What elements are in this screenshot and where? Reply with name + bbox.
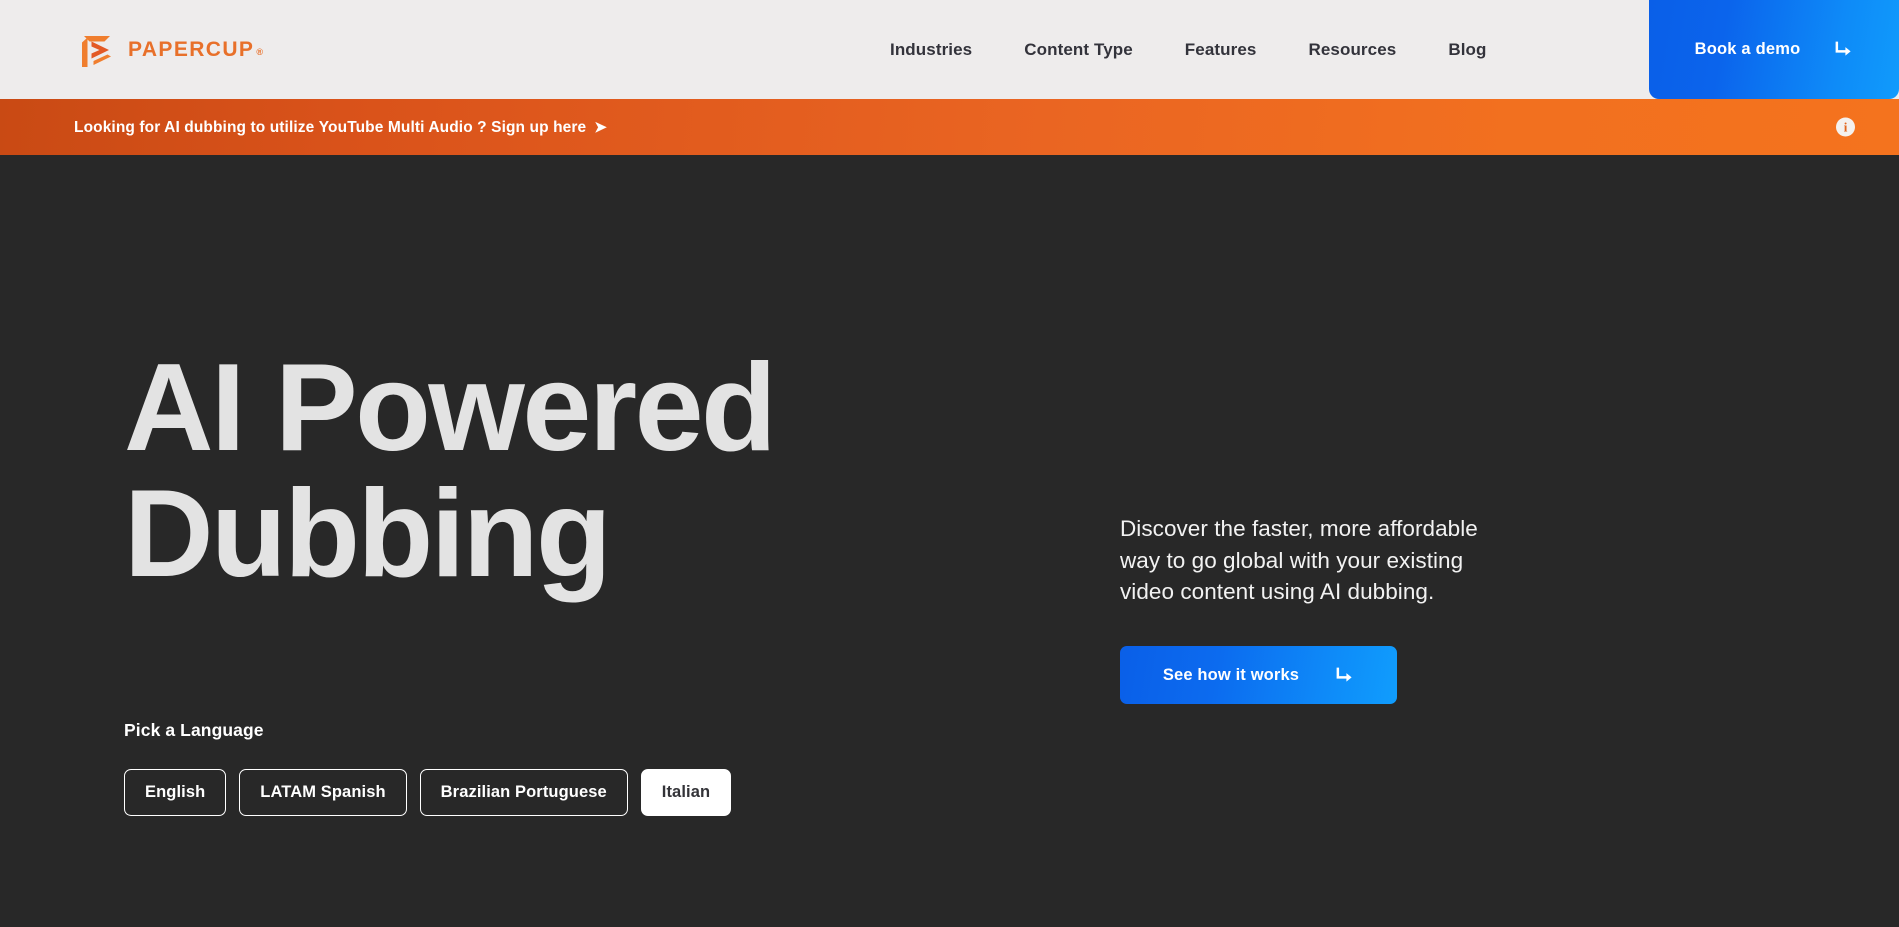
promo-text-before: Looking for AI dubbing to utilize [74,119,319,136]
hero-left-column: AI Powered Dubbing Pick a Language Engli… [124,155,1004,816]
promo-banner-text: Looking for AI dubbing to utilize YouTub… [74,118,607,137]
page-title-line-1: AI Powered [124,345,1004,471]
language-picker-label: Pick a Language [124,720,1004,741]
info-circle-icon[interactable]: i [1836,118,1855,137]
papercup-triangle-play-icon [74,29,116,71]
hero-subtitle: Discover the faster, more affordable way… [1120,513,1520,608]
logo[interactable]: PAPERCUP® [74,29,264,71]
nav-item-content-type[interactable]: Content Type [1024,40,1133,60]
site-header: PAPERCUP® Industries Content Type Featur… [0,0,1899,99]
language-option-italian[interactable]: Italian [641,769,731,816]
info-glyph: i [1844,119,1848,135]
registered-mark: ® [256,48,264,57]
language-option-brazilian-portuguese[interactable]: Brazilian Portuguese [420,769,628,816]
nav-item-industries[interactable]: Industries [890,40,972,60]
arrow-hook-right-icon [1335,666,1354,685]
promo-banner[interactable]: Looking for AI dubbing to utilize YouTub… [0,99,1899,155]
page-title: AI Powered Dubbing [124,345,1004,598]
hero-section: AI Powered Dubbing Pick a Language Engli… [0,155,1899,927]
book-a-demo-label: Book a demo [1695,40,1801,59]
book-a-demo-button[interactable]: Book a demo [1649,0,1899,99]
language-option-english[interactable]: English [124,769,226,816]
hero-right-column: Discover the faster, more affordable way… [1120,513,1520,704]
promo-text-highlight: YouTube Multi Audio [319,119,473,136]
language-option-latam-spanish[interactable]: LATAM Spanish [239,769,406,816]
nav-item-resources[interactable]: Resources [1308,40,1396,60]
nav-item-features[interactable]: Features [1185,40,1257,60]
nav-item-blog[interactable]: Blog [1448,40,1486,60]
see-how-it-works-label: See how it works [1163,666,1299,685]
main-navigation: Industries Content Type Features Resourc… [890,0,1486,99]
logo-wordmark: PAPERCUP® [128,38,264,62]
page-title-line-2: Dubbing [124,471,1004,597]
arrow-hook-right-icon [1834,40,1853,59]
promo-arrow-icon: ➤ [594,119,607,136]
promo-text-after: ? Sign up here [473,119,586,136]
see-how-it-works-button[interactable]: See how it works [1120,646,1397,704]
language-picker-options: English LATAM Spanish Brazilian Portugue… [124,769,1004,816]
